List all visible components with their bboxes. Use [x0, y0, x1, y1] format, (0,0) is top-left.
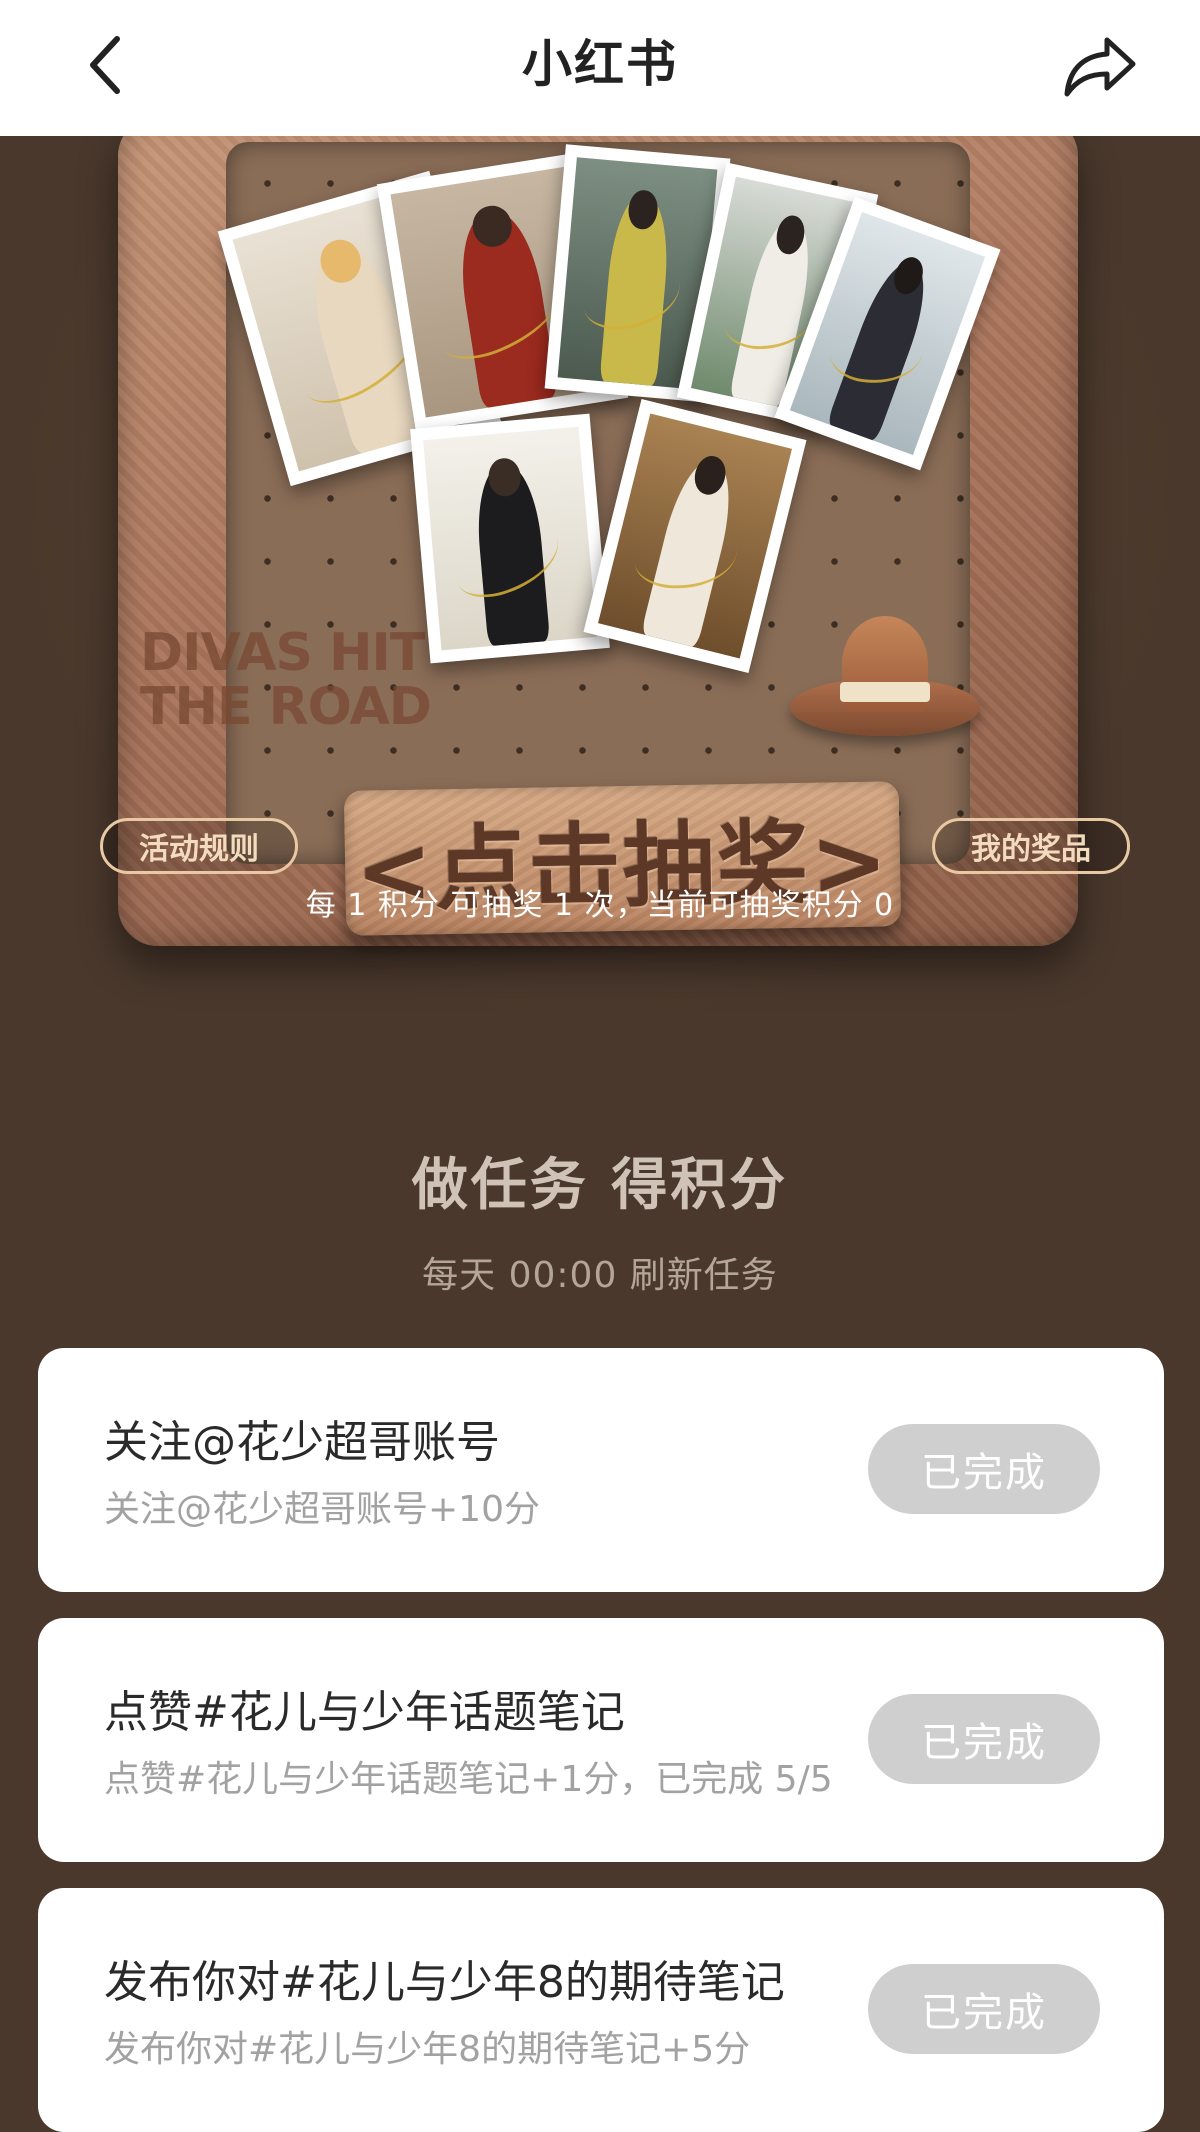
points-info-text: 每 1 积分 可抽奖 1 次，当前可抽奖积分 0 — [305, 888, 895, 923]
page-title: 小红书 — [522, 35, 678, 93]
signed-photo-card — [410, 413, 610, 664]
task-description: 关注@花少超哥账号+10分 — [104, 1489, 540, 1530]
task-section-title: 做任务 得积分 — [411, 1153, 789, 1218]
top-nav-bar: 小红书 — [0, 0, 1200, 136]
share-arrow-icon — [1064, 37, 1136, 97]
task-card: 发布你对#花儿与少年8的期待笔记 发布你对#花儿与少年8的期待笔记+5分 已完成 — [38, 1888, 1164, 2132]
activity-rules-button[interactable]: 活动规则 — [100, 818, 298, 874]
task-card: 关注@花少超哥账号 关注@花少超哥账号+10分 已完成 — [38, 1348, 1164, 1592]
task-completed-button[interactable]: 已完成 — [868, 1424, 1100, 1514]
my-prizes-button[interactable]: 我的奖品 — [932, 818, 1130, 874]
task-completed-button[interactable]: 已完成 — [868, 1694, 1100, 1784]
task-completed-button[interactable]: 已完成 — [868, 1964, 1100, 2054]
task-name: 点赞#花儿与少年话题笔记 — [104, 1687, 625, 1738]
hat-decoration — [790, 616, 980, 746]
share-button[interactable] — [1060, 28, 1140, 104]
divas-hit-the-road-watermark: DIVAS HIT THE ROAD — [140, 623, 432, 737]
task-description: 发布你对#花儿与少年8的期待笔记+5分 — [104, 2029, 751, 2070]
task-card: 点赞#花儿与少年话题笔记 点赞#花儿与少年话题笔记+1分，已完成 5/5 已完成 — [38, 1618, 1164, 1862]
task-name: 关注@花少超哥账号 — [104, 1417, 500, 1468]
task-name: 发布你对#花儿与少年8的期待笔记 — [104, 1957, 785, 2008]
task-description: 点赞#花儿与少年话题笔记+1分，已完成 5/5 — [104, 1759, 833, 1800]
task-refresh-note: 每天 00:00 刷新任务 — [422, 1255, 778, 1296]
